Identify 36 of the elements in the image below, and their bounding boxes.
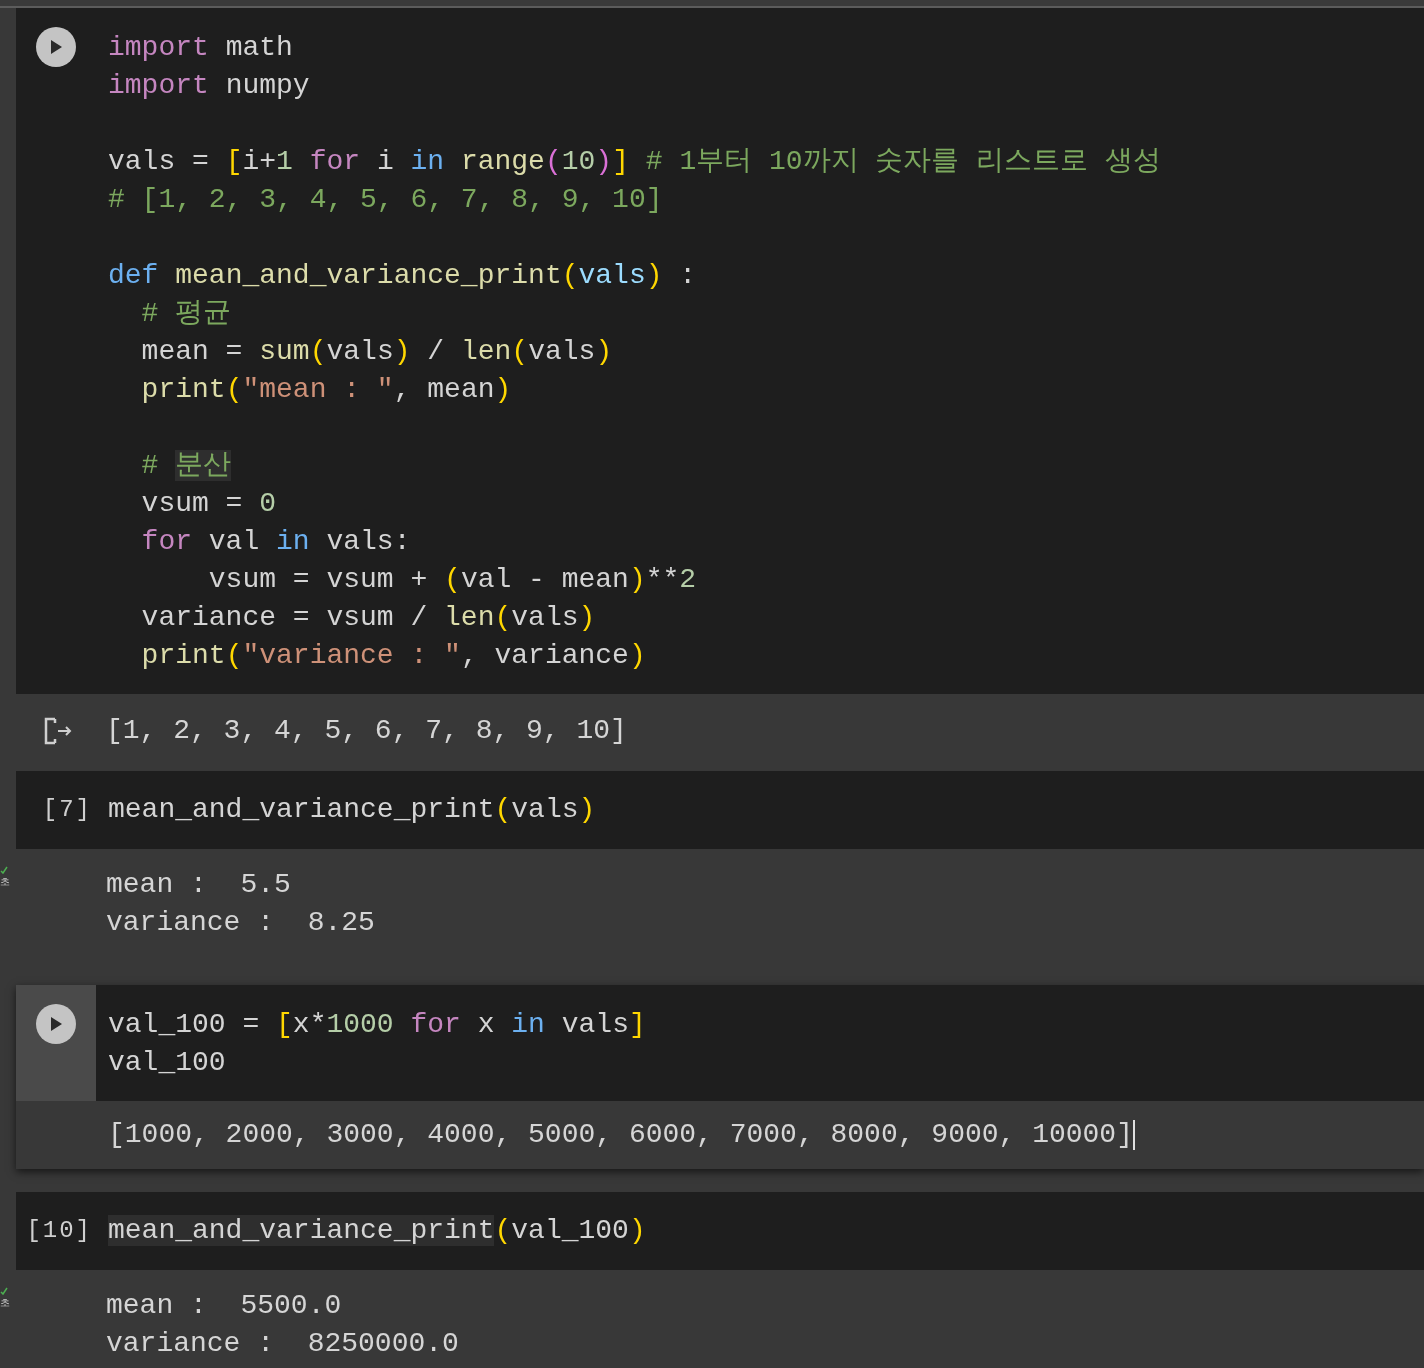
output-text: [1000, 2000, 3000, 4000, 5000, 6000, 7000, 8000, 9000, 10000] — [108, 1118, 1133, 1152]
output-icon[interactable] — [44, 717, 74, 745]
code-line: vsum = 0 — [140, 487, 278, 521]
code-line: def mean_and_variance_print(vals) : — [108, 259, 698, 293]
run-button[interactable] — [36, 1004, 76, 1044]
code-line: # 평균 — [140, 297, 233, 331]
code-line: for val in vals: — [140, 525, 412, 559]
code-line: variance = vsum / len(vals) — [140, 601, 597, 635]
run-duration: 초 — [0, 876, 10, 887]
code-line: vals = [i+1 for i in range(10)] # 1부터 10까지 숫자를 리스트로 생성 — [108, 145, 1162, 179]
output-text: variance : 8.25 — [106, 906, 375, 940]
text-cursor — [1132, 1120, 1135, 1150]
code-line: val_100 — [108, 1046, 227, 1080]
code-cell[interactable]: [7] mean_and_variance_print(vals) mean : 5.5 variance : 8.25 — [16, 771, 1424, 982]
code-cell[interactable]: val_100 = [x*1000 for x in vals] val_100 [1000, 2000, 3000, 4000, 5000, 6000, 7000, 8000, 9000, 10000] — [16, 985, 1424, 1169]
execution-count: [7] — [42, 795, 92, 825]
code-line: import math — [108, 31, 294, 65]
run-duration: 초 — [0, 1297, 10, 1308]
code-line: import numpy — [108, 69, 311, 103]
code-line: vsum = vsum + (val - mean)**2 — [207, 563, 698, 597]
run-button[interactable] — [36, 27, 76, 67]
execution-count: [10] — [26, 1216, 92, 1246]
code-line: mean_and_variance_print(vals) — [108, 793, 597, 827]
code-line: print("variance : ", variance) — [140, 639, 647, 673]
code-line: mean = sum(vals) / len(vals) — [140, 335, 614, 369]
code-cell[interactable]: [10] mean_and_variance_print(val_100) mean : 5500.0 variance : 8250000.0 — [16, 1192, 1424, 1368]
code-line: # [1, 2, 3, 4, 5, 6, 7, 8, 9, 10] — [108, 183, 664, 217]
output-text: mean : 5500.0 — [106, 1289, 342, 1323]
output-text: variance : 8250000.0 — [106, 1327, 459, 1361]
code-line: # 분산 — [140, 449, 233, 483]
output-text: [1, 2, 3, 4, 5, 6, 7, 8, 9, 10] — [106, 714, 627, 748]
output-text: mean : 5.5 — [106, 868, 291, 902]
play-icon — [49, 1016, 63, 1032]
code-line: val_100 = [x*1000 for x in vals] — [108, 1008, 647, 1042]
play-icon — [49, 39, 63, 55]
code-line: print("mean : ", mean) — [140, 373, 513, 407]
